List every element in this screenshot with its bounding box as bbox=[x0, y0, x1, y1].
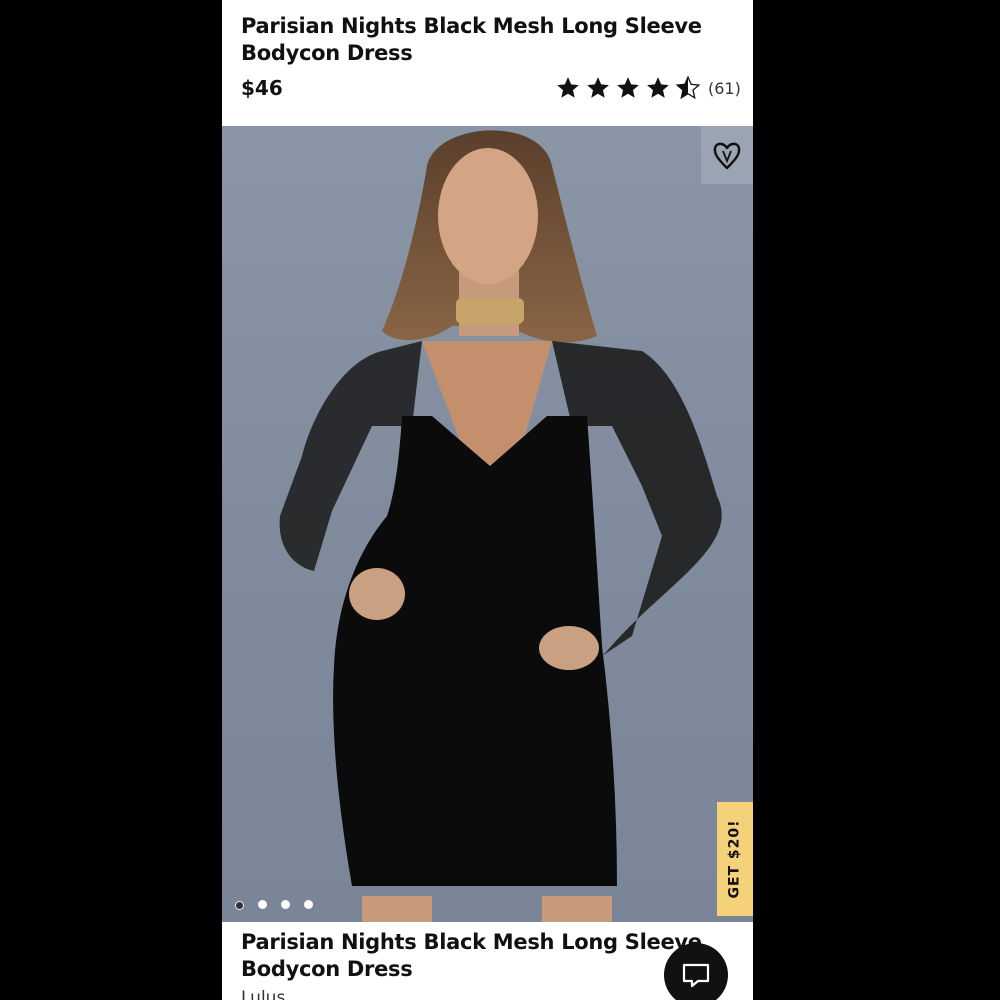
product-screen: Parisian Nights Black Mesh Long Sleeve B… bbox=[222, 0, 753, 1000]
rating[interactable]: (61) bbox=[555, 74, 741, 102]
gallery-dot[interactable] bbox=[258, 900, 267, 909]
product-title: Parisian Nights Black Mesh Long Sleeve B… bbox=[241, 14, 702, 65]
product-price: $46 bbox=[241, 76, 283, 100]
brand-name[interactable]: Lulus bbox=[241, 988, 285, 1000]
star-icon bbox=[615, 75, 641, 101]
chat-bubble-icon bbox=[682, 963, 710, 988]
star-icon bbox=[585, 75, 611, 101]
heart-outline-icon bbox=[713, 142, 741, 170]
gallery-pagination[interactable] bbox=[235, 900, 327, 910]
gallery-dot[interactable] bbox=[235, 901, 244, 910]
promo-label: GET $20! bbox=[727, 819, 743, 899]
product-header: Parisian Nights Black Mesh Long Sleeve B… bbox=[222, 0, 753, 126]
review-count[interactable]: (61) bbox=[708, 79, 741, 98]
star-icon bbox=[555, 75, 581, 101]
model-photo bbox=[279, 130, 722, 922]
gallery-dot[interactable] bbox=[281, 900, 290, 909]
promo-tab[interactable]: GET $20! bbox=[717, 802, 753, 916]
favorite-button[interactable] bbox=[701, 126, 753, 184]
chat-button[interactable] bbox=[664, 943, 728, 1000]
product-detail-title: Parisian Nights Black Mesh Long Sleeve B… bbox=[241, 930, 702, 981]
product-image[interactable]: GET $20! bbox=[222, 126, 753, 922]
star-icon bbox=[645, 75, 671, 101]
gallery-dot[interactable] bbox=[304, 900, 313, 909]
half-star-icon bbox=[675, 75, 701, 101]
